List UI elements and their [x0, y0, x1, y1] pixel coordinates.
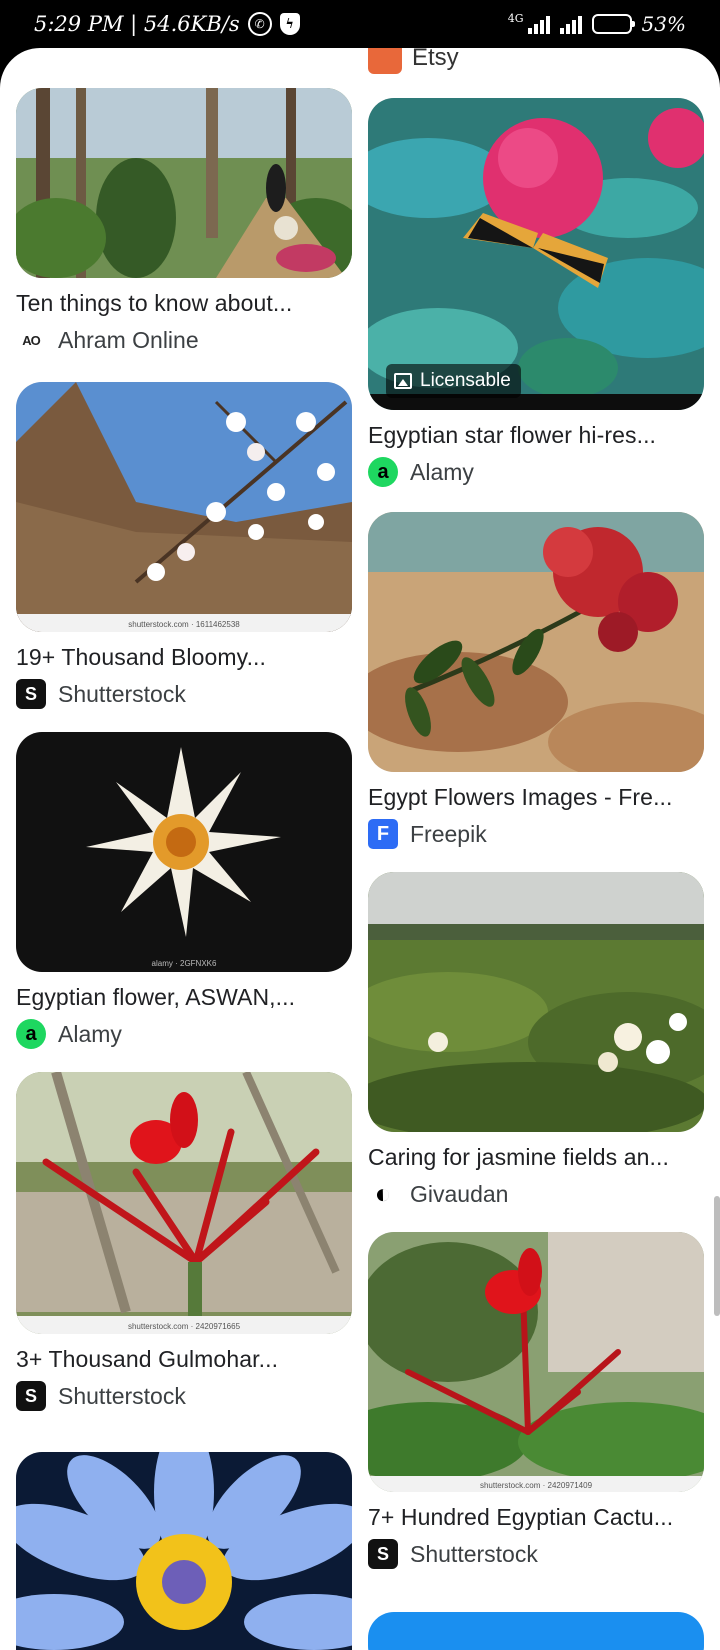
whatsapp-icon: ✆: [247, 12, 272, 36]
result-card[interactable]: Caring for jasmine fields an... ◐ Givaud…: [368, 872, 704, 1209]
garden-image: [16, 88, 352, 278]
result-image[interactable]: shutterstock.com · 2420971409: [368, 1232, 704, 1492]
result-card[interactable]: [16, 1452, 352, 1650]
shutterstock-icon: S: [16, 679, 46, 709]
source-name: Shutterstock: [410, 1540, 538, 1567]
image-watermark: shutterstock.com · 2420971409: [480, 1481, 593, 1490]
status-bar: 5:29 PM | 54.6KB/s ✆ ϟ 4G 53%: [0, 0, 720, 52]
result-image[interactable]: [368, 872, 704, 1132]
shutterstock-icon: S: [16, 1381, 46, 1411]
result-image[interactable]: [16, 1452, 352, 1650]
alamy-icon: a: [368, 457, 398, 487]
blossom-image: shutterstock.com · 1611462538: [16, 382, 352, 632]
result-image[interactable]: Licensable: [368, 98, 704, 410]
alamy-icon: a: [16, 1019, 46, 1049]
result-title[interactable]: 3+ Thousand Gulmohar...: [16, 1346, 352, 1373]
result-card[interactable]: shutterstock.com · 1611462538 19+ Thousa…: [16, 382, 352, 709]
source-name: Shutterstock: [58, 1382, 186, 1409]
result-title[interactable]: 19+ Thousand Bloomy...: [16, 644, 352, 671]
result-title[interactable]: Egyptian flower, ASWAN,...: [16, 984, 352, 1011]
result-image[interactable]: shutterstock.com · 2420971665: [16, 1072, 352, 1334]
peek-card-favicon: [368, 48, 402, 74]
image-watermark: shutterstock.com · 1611462538: [128, 620, 240, 629]
peek-card-title: Etsy: [412, 48, 459, 71]
result-source[interactable]: S Shutterstock: [368, 1539, 704, 1569]
result-source[interactable]: a Alamy: [16, 1019, 352, 1049]
image-icon: [394, 373, 412, 389]
result-image[interactable]: [368, 512, 704, 772]
battery-icon: [591, 14, 635, 34]
source-name: Ahram Online: [58, 326, 199, 353]
jasmine-field-image: [368, 872, 704, 1132]
shield-icon: ϟ: [279, 13, 300, 35]
result-source[interactable]: a Alamy: [368, 457, 704, 487]
result-card[interactable]: [368, 1612, 704, 1650]
result-card[interactable]: shutterstock.com · 2420971665 3+ Thousan…: [16, 1072, 352, 1411]
licensable-badge: Licensable: [386, 364, 521, 398]
result-title[interactable]: 7+ Hundred Egyptian Cactu...: [368, 1504, 704, 1531]
gulmohar-image: shutterstock.com · 2420971665: [16, 1072, 352, 1334]
source-name: Givaudan: [410, 1180, 509, 1207]
result-title[interactable]: Egyptian star flower hi-res...: [368, 422, 704, 449]
signal-icon-2: [559, 14, 582, 34]
shutterstock-icon: S: [368, 1539, 398, 1569]
freepik-icon: F: [368, 819, 398, 849]
result-card[interactable]: alamy · 2GFNXK6 Egyptian flower, ASWAN,.…: [16, 732, 352, 1049]
result-card[interactable]: Ten things to know about... AO Ahram Onl…: [16, 88, 352, 355]
result-source[interactable]: AO Ahram Online: [16, 325, 352, 355]
battery-percent: 53%: [641, 12, 686, 36]
result-title[interactable]: Caring for jasmine fields an...: [368, 1144, 704, 1171]
result-card[interactable]: shutterstock.com · 2420971409 7+ Hundred…: [368, 1232, 704, 1569]
status-right: 4G 53%: [507, 11, 686, 37]
source-name: Alamy: [410, 458, 474, 485]
result-image[interactable]: shutterstock.com · 1611462538: [16, 382, 352, 632]
result-source[interactable]: F Freepik: [368, 819, 704, 849]
result-source[interactable]: ◐ Givaudan: [368, 1178, 704, 1209]
givaudan-icon: ◐: [368, 1178, 398, 1209]
status-time-speed: 5:29 PM | 54.6KB/s: [34, 12, 240, 36]
result-image[interactable]: alamy · 2GFNXK6: [16, 732, 352, 972]
result-title[interactable]: Ten things to know about...: [16, 290, 352, 317]
result-source[interactable]: S Shutterstock: [16, 1381, 352, 1411]
scrollbar[interactable]: [714, 1196, 720, 1316]
source-name: Shutterstock: [58, 680, 186, 707]
source-name: Alamy: [58, 1020, 122, 1047]
image-watermark: shutterstock.com · 2420971665: [128, 1322, 241, 1331]
image-watermark: alamy · 2GFNXK6: [152, 959, 217, 968]
result-card[interactable]: Licensable Egyptian star flower hi-res..…: [368, 98, 704, 487]
status-left: 5:29 PM | 54.6KB/s ✆ ϟ: [34, 12, 300, 36]
result-title[interactable]: Egypt Flowers Images - Fre...: [368, 784, 704, 811]
result-image[interactable]: [368, 1612, 704, 1650]
signal-icon: [527, 14, 550, 34]
source-name: Freepik: [410, 820, 487, 847]
blue-lotus-image: [16, 1452, 352, 1650]
result-image[interactable]: [16, 88, 352, 278]
result-source[interactable]: S Shutterstock: [16, 679, 352, 709]
result-card[interactable]: Egypt Flowers Images - Fre... F Freepik: [368, 512, 704, 849]
licensable-label: Licensable: [420, 370, 511, 391]
star-daisy-image: alamy · 2GFNXK6: [16, 732, 352, 972]
ahram-online-icon: AO: [16, 325, 46, 355]
cactus-flower-image: shutterstock.com · 2420971409: [368, 1232, 704, 1492]
network-type: 4G: [507, 11, 524, 25]
red-flowers-image: [368, 512, 704, 772]
image-results-sheet[interactable]: Etsy Ten things to know about... AO Ahra…: [0, 48, 720, 1650]
